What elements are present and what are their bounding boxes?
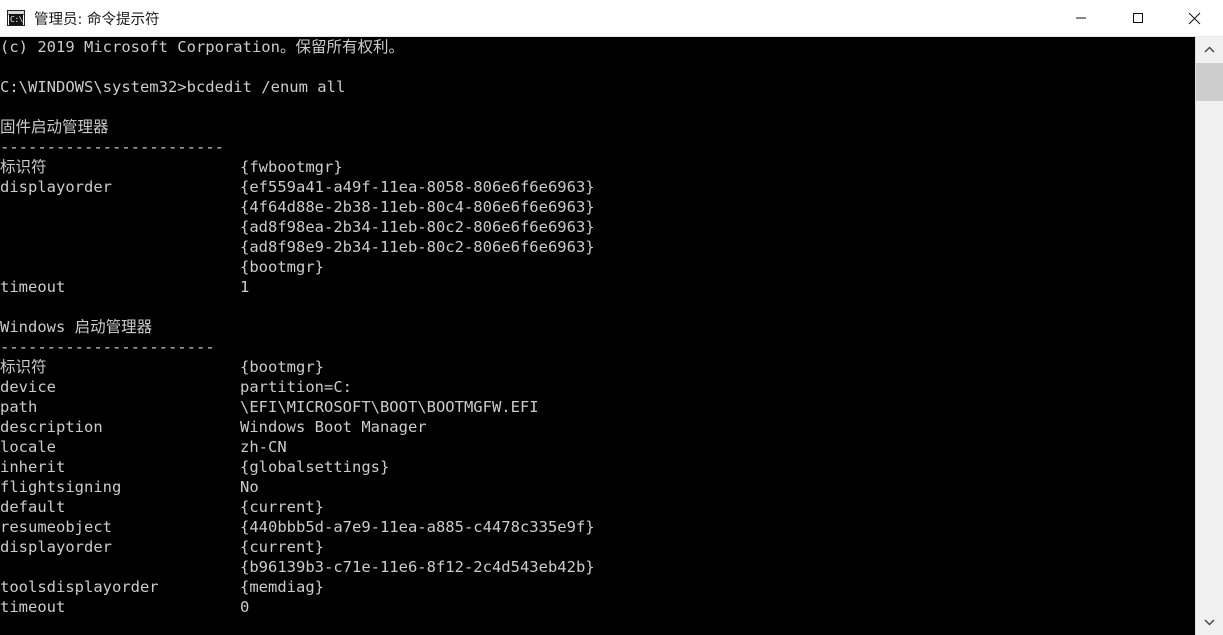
console-line-value: No [240,478,259,496]
console-line-label: resumeobject [0,518,112,536]
console-line-value: {b96139b3-c71e-11e6-8f12-2c4d543eb42b} [240,558,595,576]
console-line-pair: {ad8f98e9-2b34-11eb-80c2-806e6f6e6963} [0,237,1195,257]
console-line-value: {fwbootmgr} [240,158,343,176]
console-line-pair: {b96139b3-c71e-11e6-8f12-2c4d543eb42b} [0,557,1195,577]
console-line-pair: path \EFI\MICROSOFT\BOOT\BOOTMGFW.EFI [0,397,1195,417]
console-line-label: displayorder [0,538,112,556]
console-line-value: {memdiag} [240,578,324,596]
console-line-pair: inherit {globalsettings} [0,457,1195,477]
console-line-value: zh-CN [240,438,287,456]
console-line-pair: toolsdisplayorder {memdiag} [0,577,1195,597]
maximize-icon [1132,13,1143,23]
console-line-pair: displayorder {current} [0,537,1195,557]
maximize-button[interactable] [1109,0,1166,36]
console-line-text: (c) 2019 Microsoft Corporation。保留所有权利。 [0,38,404,56]
window-body: (c) 2019 Microsoft Corporation。保留所有权利。 C:… [0,37,1223,635]
console-line-value: partition=C: [240,378,352,396]
console-output-area[interactable]: (c) 2019 Microsoft Corporation。保留所有权利。 C:… [0,37,1195,635]
console-line-label: inherit [0,458,66,476]
console-line-value: {ad8f98ea-2b34-11eb-80c2-806e6f6e6963} [240,218,595,236]
console-line-label: 标识符 [0,158,47,176]
console-line-label: locale [0,438,56,456]
console-line-pair: timeout 0 [0,597,1195,617]
console-line-label: 标识符 [0,358,47,376]
console-line-pair: 标识符 {bootmgr} [0,357,1195,377]
console-section-separator: ----------------------- [0,338,215,356]
minimize-icon [1075,17,1086,19]
console-line-label: displayorder [0,178,112,196]
cmd-icon-glyph: C:\ [9,14,23,25]
console-line-label: path [0,398,38,416]
console-line-value: {ef559a41-a49f-11ea-8058-806e6f6e6963} [240,178,595,196]
console-line-label: flightsigning [0,478,122,496]
console-line-value: {bootmgr} [240,358,324,376]
console-section-heading: Windows 启动管理器 [0,318,153,336]
window-controls [1052,0,1223,36]
scroll-up-button[interactable] [1196,37,1223,63]
console-line-pair: {4f64d88e-2b38-11eb-80c4-806e6f6e6963} [0,197,1195,217]
console-line-pair: timeout 1 [0,277,1195,297]
console-section-separator: ------------------------ [0,138,224,156]
console-line-pair: {ad8f98ea-2b34-11eb-80c2-806e6f6e6963} [0,217,1195,237]
chevron-down-icon [1204,619,1215,626]
console-line-label: timeout [0,598,66,616]
console-line-pair: flightsigning No [0,477,1195,497]
console-line-value: {ad8f98e9-2b34-11eb-80c2-806e6f6e6963} [240,238,595,256]
console-lines: (c) 2019 Microsoft Corporation。保留所有权利。 C:… [0,37,1195,617]
close-button[interactable] [1166,0,1223,36]
title-bar[interactable]: C:\ 管理员: 命令提示符 [0,0,1223,37]
console-section-heading: 固件启动管理器 [0,118,109,136]
console-line-value: 0 [240,598,250,616]
console-line-label: default [0,498,66,516]
scrollbar-thumb[interactable] [1196,63,1223,101]
console-line-pair: resumeobject {440bbb5d-a7e9-11ea-a885-c44… [0,517,1195,537]
close-icon [1188,12,1201,24]
console-line-label: device [0,378,56,396]
console-line-value: {bootmgr} [240,258,324,276]
console-line-value: {4f64d88e-2b38-11eb-80c4-806e6f6e6963} [240,198,595,216]
console-line-value: {current} [240,498,324,516]
console-line-value: \EFI\MICROSOFT\BOOT\BOOTMGFW.EFI [240,398,539,416]
console-line-label: timeout [0,278,66,296]
console-line-value: {current} [240,538,324,556]
console-line-pair: device partition=C: [0,377,1195,397]
scrollbar-track[interactable] [1196,63,1223,609]
minimize-button[interactable] [1052,0,1109,36]
cmd-icon[interactable]: C:\ [7,10,25,26]
console-line-pair: default {current} [0,497,1195,517]
console-line-value: Windows Boot Manager [240,418,427,436]
console-line-value: {440bbb5d-a7e9-11ea-a885-c4478c335e9f} [240,518,595,536]
scroll-down-button[interactable] [1196,609,1223,635]
console-line-value: 1 [240,278,250,296]
console-line-pair: locale zh-CN [0,437,1195,457]
window-title: 管理员: 命令提示符 [34,11,160,28]
console-line-text: C:\WINDOWS\system32>bcdedit /enum all [0,78,346,96]
vertical-scrollbar[interactable] [1195,37,1223,635]
chevron-up-icon [1204,46,1215,53]
title-bar-left: C:\ 管理员: 命令提示符 [0,8,1052,29]
console-line-pair: 标识符 {fwbootmgr} [0,157,1195,177]
console-line-label: description [0,418,103,436]
console-line-value: {globalsettings} [240,458,390,476]
command-prompt-window: C:\ 管理员: 命令提示符 (c) 2019 Microsoft Corpor… [0,0,1223,635]
console-line-pair: displayorder {ef559a41-a49f-11ea-8058-806… [0,177,1195,197]
console-line-pair: description Windows Boot Manager [0,417,1195,437]
console-line-pair: {bootmgr} [0,257,1195,277]
console-line-label: toolsdisplayorder [0,578,159,596]
